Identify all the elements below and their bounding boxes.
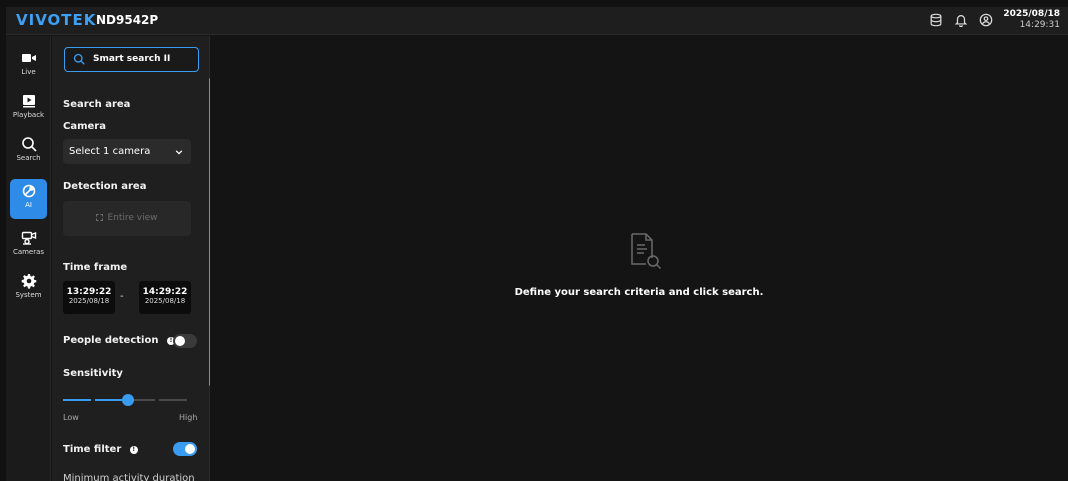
nav-item-cameras[interactable]: Cameras: [10, 226, 47, 266]
nav-item-ai[interactable]: AI: [10, 179, 47, 219]
time-filter-toggle[interactable]: [173, 442, 197, 456]
sensitivity-high-label: High: [179, 413, 198, 422]
gear-icon: [21, 274, 36, 289]
min-duration-label: Minimum activity duration: [63, 473, 195, 481]
slider-segment-2: [95, 399, 123, 401]
entire-view-button[interactable]: Entire view: [63, 201, 191, 236]
toggle-knob: [175, 336, 185, 346]
detection-area-heading: Detection area: [63, 181, 147, 192]
bell-icon[interactable]: [954, 13, 968, 27]
device-model: ND9542P: [96, 13, 159, 27]
nav-label-system: System: [15, 291, 42, 299]
user-icon[interactable]: [979, 13, 993, 27]
camera-select[interactable]: Select 1 camera: [63, 139, 191, 164]
sensitivity-heading: Sensitivity: [63, 368, 123, 379]
slider-thumb[interactable]: [122, 394, 134, 406]
start-date: 2025/08/18: [68, 297, 110, 305]
cameras-icon: [21, 231, 36, 245]
nav-item-playback[interactable]: Playback: [10, 89, 47, 129]
info-icon[interactable]: !: [129, 446, 138, 454]
sensitivity-slider[interactable]: [63, 394, 191, 406]
nav-label-playback: Playback: [12, 111, 45, 119]
start-time: 13:29:22: [66, 287, 112, 297]
slider-segment-4: [159, 399, 187, 401]
current-date: 2025/08/18: [1003, 9, 1060, 19]
camera-select-value: Select 1 camera: [69, 146, 151, 157]
start-time-picker[interactable]: 13:29:22 2025/08/18: [63, 281, 115, 314]
nav-label-live: Live: [21, 68, 36, 76]
slider-segment-1: [63, 399, 91, 401]
document-search-icon: [631, 233, 662, 270]
end-time: 14:29:22: [142, 287, 188, 297]
nav-item-search[interactable]: Search: [10, 132, 47, 172]
playback-icon: [22, 95, 35, 108]
nav-label-cameras: Cameras: [12, 248, 45, 256]
nav-item-system[interactable]: System: [10, 269, 47, 309]
sensitivity-low-label: Low: [63, 413, 79, 422]
nav-label-ai: AI: [25, 201, 32, 209]
search-icon: [73, 53, 85, 65]
ai-icon: [22, 184, 35, 198]
end-date: 2025/08/18: [144, 297, 186, 305]
area-select-icon: [96, 214, 104, 221]
time-range-dash: -: [120, 291, 124, 302]
app-window: VIVOTEK ND9542P 2025/08/18 14:29:31 Live…: [6, 7, 1068, 481]
people-detection-label: People detection: [63, 335, 159, 346]
smart-search-label: Smart search II: [93, 54, 171, 64]
smart-search-tab[interactable]: Smart search II: [64, 47, 199, 72]
search-area-heading: Search area: [63, 99, 131, 110]
empty-state-message: Define your search criteria and click se…: [514, 287, 764, 298]
search-icon: [21, 137, 37, 152]
nav-label-search: Search: [16, 154, 41, 162]
chevron-down-icon: [175, 150, 183, 155]
storage-icon[interactable]: [929, 13, 943, 27]
camera-label: Camera: [63, 121, 106, 132]
people-detection-row: People detection !: [63, 335, 175, 346]
end-time-picker[interactable]: 14:29:22 2025/08/18: [139, 281, 191, 314]
nav-item-live[interactable]: Live: [10, 46, 47, 86]
toggle-knob: [185, 444, 195, 454]
entire-view-label: Entire view: [107, 213, 158, 223]
time-filter-row: Time filter !: [63, 444, 138, 455]
top-bar: VIVOTEK ND9542P 2025/08/18 14:29:31: [6, 7, 1068, 35]
datetime-display: 2025/08/18 14:29:31: [1003, 9, 1060, 31]
current-time: 14:29:31: [1019, 20, 1060, 30]
people-detection-toggle[interactable]: [173, 334, 197, 348]
brand-logo: VIVOTEK: [16, 11, 97, 29]
search-criteria-panel: Smart search II Search area Camera Selec…: [52, 36, 212, 481]
side-nav: Live Playback Search AI Cameras System: [6, 36, 51, 481]
video-camera-icon: [21, 54, 36, 62]
time-frame-heading: Time frame: [63, 262, 128, 273]
search-results-area: Define your search criteria and click se…: [210, 36, 1068, 481]
time-filter-label: Time filter: [63, 444, 122, 455]
